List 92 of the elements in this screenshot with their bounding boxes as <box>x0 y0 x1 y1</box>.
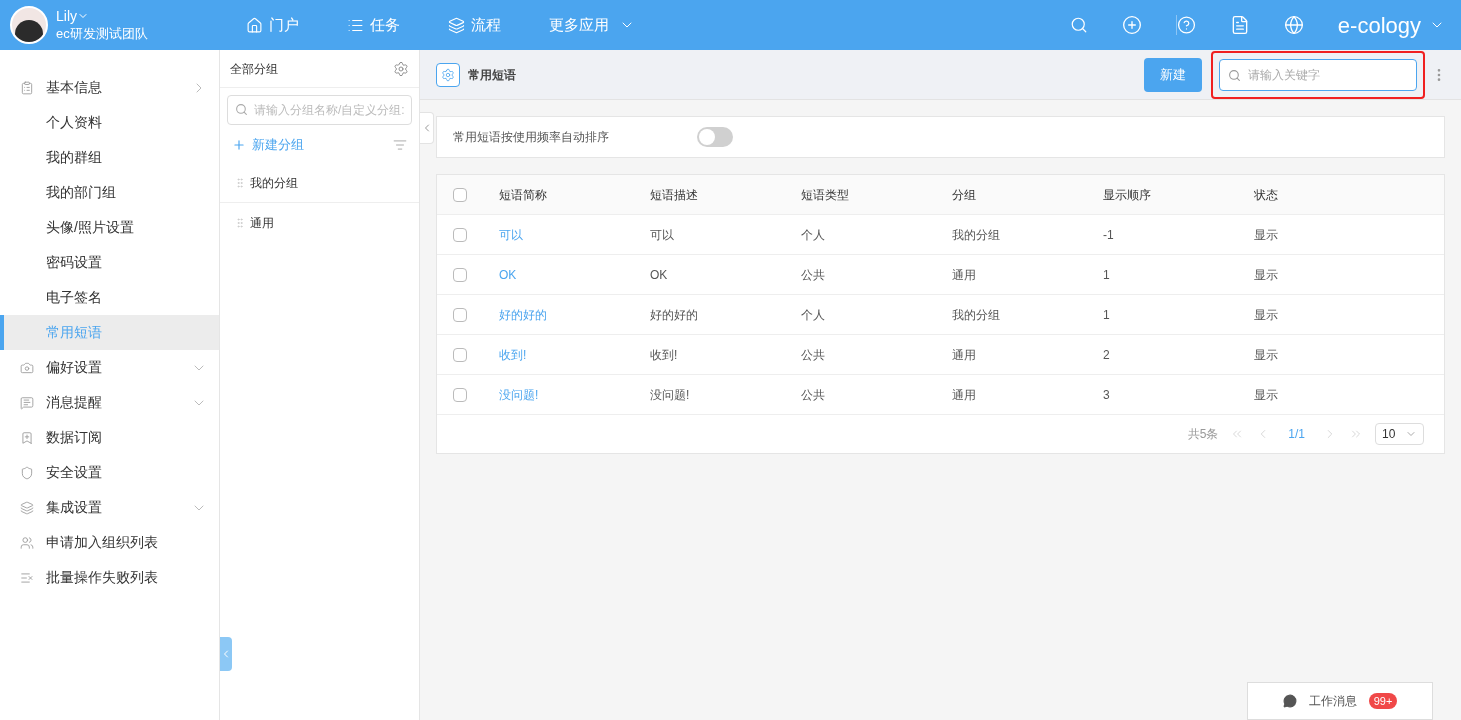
camera-icon <box>20 360 34 375</box>
table-cell-text: 2 <box>1103 346 1111 364</box>
sidebar-item[interactable]: 集成设置 <box>0 490 219 525</box>
users-icon <box>20 535 34 550</box>
bookmark-icon <box>20 430 34 445</box>
list-cross-icon <box>20 570 34 585</box>
chat-icon <box>20 395 34 410</box>
column-header[interactable]: 短语简称 <box>499 185 650 204</box>
sidebar-item[interactable]: 个人资料 <box>0 105 219 140</box>
sidebar-item[interactable]: 密码设置 <box>0 245 219 280</box>
column-header[interactable]: 显示顺序 <box>1103 185 1254 204</box>
select-all-checkbox[interactable] <box>453 187 467 202</box>
table-cell-text: 显示 <box>1254 346 1279 364</box>
sidebar-item[interactable]: 批量操作失败列表 <box>0 560 219 595</box>
sidebar-item[interactable]: 偏好设置 <box>0 350 219 385</box>
table-cell-text: 1 <box>1103 306 1111 324</box>
table-cell-text: 个人 <box>801 226 826 244</box>
table-cell-text: 个人 <box>801 306 826 324</box>
clipboard-icon <box>20 80 34 95</box>
group-item[interactable]: 通用 <box>220 203 419 243</box>
stack-icon <box>20 500 34 515</box>
help-icon[interactable] <box>1175 15 1196 35</box>
table-cell-text: 3 <box>1103 386 1111 404</box>
table-cell-text: 没问题! <box>650 386 691 404</box>
sidebar-item[interactable]: 电子签名 <box>0 280 219 315</box>
chat-bubble-icon <box>1282 694 1297 708</box>
settings-icon[interactable] <box>393 60 409 77</box>
sidebar-item[interactable]: 安全设置 <box>0 455 219 490</box>
table-cell-text: 显示 <box>1254 226 1279 244</box>
page-title: 常用短语 <box>468 66 516 84</box>
sidebar-item[interactable]: 申请加入组织列表 <box>0 525 219 560</box>
sort-icon[interactable] <box>393 138 407 152</box>
globe-icon[interactable] <box>1283 15 1304 35</box>
table-cell-text: -1 <box>1103 226 1115 244</box>
column-header[interactable]: 短语类型 <box>801 185 952 204</box>
drag-handle-icon[interactable] <box>234 176 246 189</box>
avatar[interactable] <box>10 6 48 44</box>
drag-handle-icon[interactable] <box>234 217 246 229</box>
sidebar-item[interactable]: 基本信息 <box>0 70 219 105</box>
home-icon <box>245 16 263 34</box>
sidebar-item[interactable]: 我的部门组 <box>0 175 219 210</box>
page-icon <box>436 62 460 87</box>
table-cell-text: OK <box>650 266 669 284</box>
sidebar-item[interactable]: 头像/照片设置 <box>0 210 219 245</box>
collapse-tab[interactable] <box>420 112 434 144</box>
row-checkbox[interactable] <box>453 347 467 362</box>
table-cell-text: 好的好的 <box>650 306 699 324</box>
panel-title: 全部分组 <box>230 60 278 78</box>
row-checkbox[interactable] <box>453 267 467 282</box>
table-cell-text: 公共 <box>801 346 826 364</box>
table-cell-text: 显示 <box>1254 386 1279 404</box>
total-count: 共5条 <box>1187 426 1219 443</box>
keyword-search-field[interactable]: 请输入关键字 <box>1219 58 1417 91</box>
sidebar-item[interactable]: 数据订阅 <box>0 420 219 455</box>
page-number: 1/1 <box>1287 426 1306 443</box>
add-icon[interactable] <box>1121 15 1142 35</box>
sidebar-toggle[interactable] <box>220 637 232 671</box>
plus-icon <box>232 138 246 152</box>
table-cell-text: 我的分组 <box>952 306 1001 324</box>
table-cell-text: 可以 <box>650 226 675 244</box>
table-cell-text: 显示 <box>1254 266 1279 284</box>
setting-label: 常用短语按使用频率自动排序 <box>453 129 610 146</box>
page-size-select[interactable]: 10 <box>1375 423 1424 445</box>
column-header[interactable]: 分组 <box>952 185 1103 204</box>
group-item[interactable]: 我的分组 <box>220 163 419 203</box>
table-cell-text: 通用 <box>952 346 977 364</box>
table-cell-text: 收到! <box>650 346 679 364</box>
sidebar-item[interactable]: 我的群组 <box>0 140 219 175</box>
row-checkbox[interactable] <box>453 387 467 402</box>
search-icon <box>1228 68 1241 82</box>
message-label: 工作消息 <box>1308 693 1357 710</box>
message-bar[interactable]: 工作消息 99+ <box>1247 682 1433 720</box>
table-cell-text: 通用 <box>952 386 977 404</box>
toggle-switch[interactable] <box>697 127 733 147</box>
group-search-field[interactable]: 请输入分组名称/自定义分组: <box>227 95 412 125</box>
column-header[interactable]: 短语描述 <box>650 185 801 204</box>
table-cell-text: 1 <box>1103 266 1111 284</box>
layers-icon <box>447 16 465 34</box>
search-icon[interactable] <box>1069 16 1088 34</box>
column-header[interactable]: 状态 <box>1254 185 1405 204</box>
table-cell-text: 我的分组 <box>952 226 1001 244</box>
search-icon <box>235 103 248 116</box>
row-checkbox[interactable] <box>453 307 467 322</box>
table-cell-text: 公共 <box>801 266 826 284</box>
table-cell-text: 通用 <box>952 266 977 284</box>
row-checkbox[interactable] <box>453 227 467 242</box>
table-cell-text: 公共 <box>801 386 826 404</box>
sidebar-item[interactable]: 消息提醒 <box>0 385 219 420</box>
shield-icon <box>20 465 34 480</box>
unread-badge: 99+ <box>1368 693 1398 709</box>
table-cell-text: 显示 <box>1254 306 1279 324</box>
team-name: ec研发测试团队 <box>56 25 148 43</box>
